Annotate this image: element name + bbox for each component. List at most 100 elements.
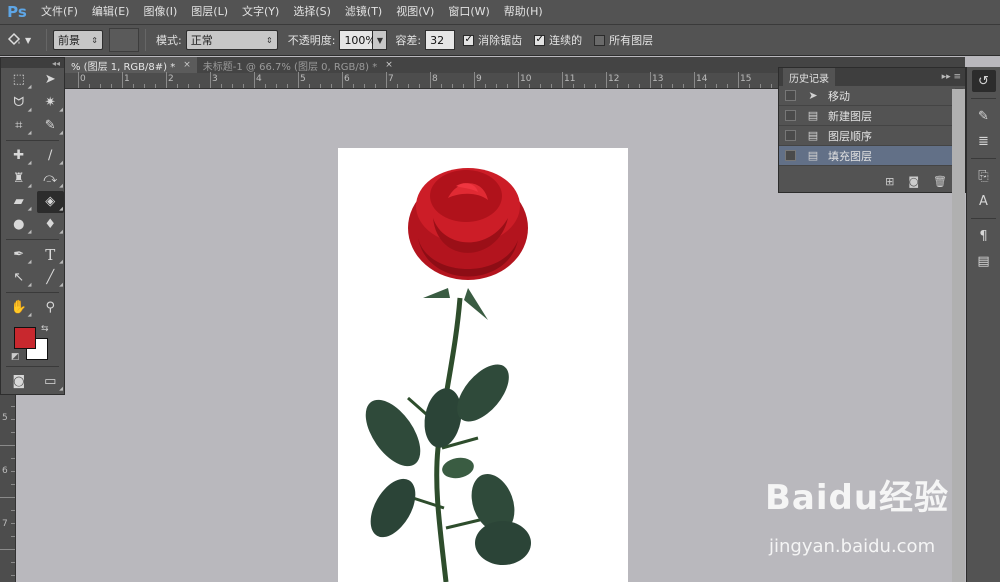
menu-filter[interactable]: 滤镜(T) xyxy=(338,0,389,24)
all-layers-checkbox[interactable] xyxy=(594,34,606,46)
notes-icon[interactable]: ▤ xyxy=(972,250,996,272)
pen-icon: ✒ xyxy=(13,247,25,262)
menu-window[interactable]: 窗口(W) xyxy=(441,0,496,24)
ruler-tick xyxy=(11,484,15,485)
opacity-dropdown[interactable]: ▼ xyxy=(373,30,388,50)
path-selection-tool[interactable]: ↖ ◢ xyxy=(5,267,33,289)
paragraph-icon[interactable]: ¶ xyxy=(972,225,996,247)
menu-help[interactable]: 帮助(H) xyxy=(497,0,550,24)
rose-image xyxy=(365,168,531,582)
crop-icon: ⌗ xyxy=(15,118,23,133)
history-item[interactable]: ▤ 新建图层 xyxy=(779,106,965,126)
line-icon: ╱ xyxy=(46,270,55,285)
divider xyxy=(971,218,996,219)
default-colors-icon[interactable]: ◩ xyxy=(11,352,20,362)
dodge-tool[interactable]: ♦ ◢ xyxy=(37,214,65,236)
ruler-tick xyxy=(11,458,15,459)
menu-image[interactable]: 图像(I) xyxy=(136,0,184,24)
brush-tool[interactable]: ∕ ◢ xyxy=(37,145,65,167)
divider xyxy=(46,29,47,51)
history-panel-header: 历史记录 ▸▸ ≡ xyxy=(779,67,965,87)
eyedropper-tool[interactable]: ✎ ◢ xyxy=(37,115,65,137)
hand-tool[interactable]: ✋ ◢ xyxy=(5,297,33,319)
history-source-box[interactable] xyxy=(785,110,796,121)
history-item[interactable]: ➤ 移动 xyxy=(779,86,965,106)
healing-brush-tool[interactable]: ✚ ◢ xyxy=(5,145,33,167)
history-tab[interactable]: 历史记录 xyxy=(783,67,835,87)
sliders-icon[interactable]: ≣ xyxy=(972,130,996,152)
marquee-tool[interactable]: ⬚ ◢ xyxy=(5,69,33,91)
ruler-tick xyxy=(639,84,640,88)
history-brush-tool[interactable]: ⤼ ◢ xyxy=(37,168,65,190)
document-canvas[interactable] xyxy=(338,148,628,582)
history-source-box[interactable] xyxy=(785,130,796,141)
crop-tool[interactable]: ⌗ ◢ xyxy=(5,115,33,137)
collapse-icon[interactable]: ◂◂ xyxy=(52,59,60,68)
tolerance-input[interactable]: 32 xyxy=(425,30,456,50)
tab-document-2[interactable]: 未标题-1 @ 66.7% (图层 0, RGB/8) * × xyxy=(197,57,399,73)
panel-grip[interactable]: ◂◂ xyxy=(1,58,64,68)
brush-panel-icon[interactable]: ✎ xyxy=(972,105,996,127)
blur-tool[interactable]: ● ◢ xyxy=(5,214,33,236)
fill-source-select[interactable]: 前景 ⇕ xyxy=(53,30,103,50)
options-bar: ▼ 前景 ⇕ 模式: 正常 ⇕ 不透明度: 100% ▼ 容差: 32 ✓ 消除… xyxy=(0,24,1000,56)
menu-select[interactable]: 选择(S) xyxy=(286,0,338,24)
history-panel-icon[interactable]: ↺ xyxy=(971,70,996,92)
document-icon: ▤ xyxy=(807,109,819,122)
tolerance-label: 容差: xyxy=(395,34,422,47)
screen-mode-button[interactable]: ▭ ◢ xyxy=(37,371,65,393)
history-source-box[interactable] xyxy=(785,150,796,161)
dodge-icon: ♦ xyxy=(44,217,57,232)
paint-bucket-tool[interactable]: ◈ ◢ xyxy=(36,190,64,213)
ruler-tick xyxy=(562,72,563,88)
ruler-tick xyxy=(221,84,222,88)
corner-triangle-icon: ◢ xyxy=(27,205,32,212)
foreground-color-swatch[interactable] xyxy=(14,327,36,349)
contiguous-checkbox[interactable]: ✓ xyxy=(534,34,546,46)
menu-file[interactable]: 文件(F) xyxy=(34,0,85,24)
magic-wand-tool[interactable]: ✷ ◢ xyxy=(37,92,65,114)
history-item[interactable]: ▤ 图层顺序 xyxy=(779,126,965,146)
menu-type[interactable]: 文字(Y) xyxy=(235,0,286,24)
clone-source-icon[interactable]: ⎘ xyxy=(972,165,996,187)
updown-arrows-icon: ⇕ xyxy=(266,35,273,45)
move-tool[interactable]: ➤ xyxy=(37,69,65,91)
paint-bucket-icon: ◈ xyxy=(45,194,56,209)
menu-view[interactable]: 视图(V) xyxy=(389,0,441,24)
eraser-tool[interactable]: ▰ ◢ xyxy=(5,191,33,213)
lasso-tool[interactable]: ᗢ ◢ xyxy=(5,92,33,114)
line-tool[interactable]: ╱ ◢ xyxy=(37,267,65,289)
ruler-tick xyxy=(11,471,15,472)
close-icon[interactable]: × xyxy=(385,60,393,70)
tab-document-1[interactable]: % (图层 1, RGB/8#) * × xyxy=(65,57,197,73)
pattern-picker[interactable] xyxy=(109,28,139,52)
panel-menu-icon[interactable]: ▸▸ ≡ xyxy=(942,72,961,82)
opacity-input[interactable]: 100% xyxy=(339,30,376,50)
tool-preset-picker[interactable]: ▼ xyxy=(6,28,40,52)
ruler-tick xyxy=(518,72,519,88)
menu-layer[interactable]: 图层(L) xyxy=(184,0,235,24)
camera-icon[interactable]: ◙ xyxy=(908,175,919,188)
swap-colors-icon[interactable]: ⇆ xyxy=(41,324,49,334)
mode-select[interactable]: 正常 ⇕ xyxy=(185,30,278,50)
ruler-tick xyxy=(617,84,618,88)
ruler-tick xyxy=(760,84,761,88)
antialias-checkbox[interactable]: ✓ xyxy=(463,34,475,46)
close-icon[interactable]: × xyxy=(183,60,191,70)
zoom-tool[interactable]: ⚲ xyxy=(37,297,65,319)
clone-stamp-tool[interactable]: ♜ ◢ xyxy=(5,168,33,190)
history-source-box[interactable] xyxy=(785,90,796,101)
trash-icon[interactable]: 🗑 xyxy=(933,175,947,188)
type-tool[interactable]: T ◢ xyxy=(37,244,65,266)
ruler-tick xyxy=(595,84,596,88)
caret-down-icon: ▼ xyxy=(25,35,32,45)
new-document-from-state-icon[interactable]: ⊞ xyxy=(885,175,894,188)
pen-tool[interactable]: ✒ ◢ xyxy=(5,244,33,266)
history-item-selected[interactable]: ▤ 填充图层 xyxy=(779,146,965,166)
menu-edit[interactable]: 编辑(E) xyxy=(85,0,137,24)
character-icon[interactable]: A xyxy=(972,190,996,212)
ruler-tick xyxy=(0,549,15,550)
ruler-tick xyxy=(276,84,277,88)
quick-mask-button[interactable]: ◙ xyxy=(5,371,33,393)
ruler-number: 1 xyxy=(124,74,130,84)
